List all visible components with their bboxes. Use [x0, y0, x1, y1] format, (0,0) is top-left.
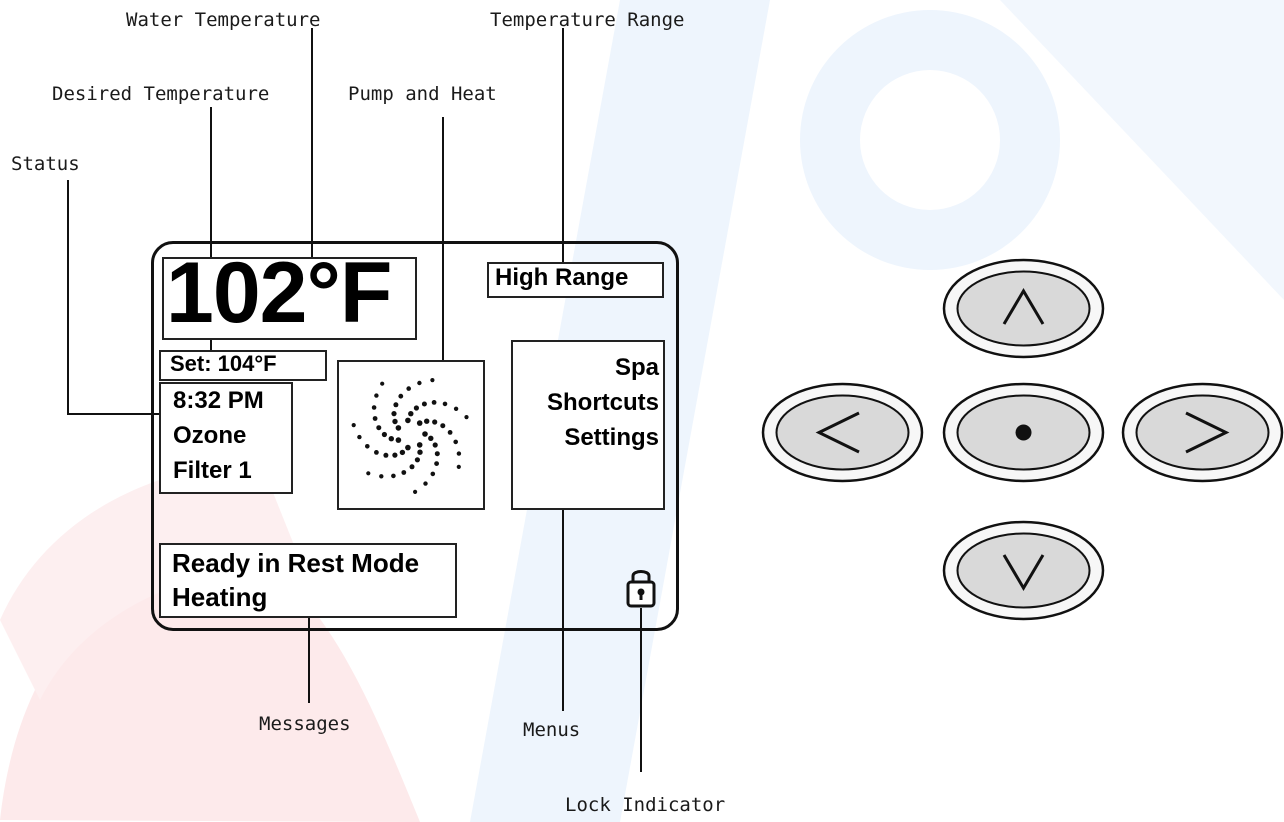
- left-button[interactable]: [761, 382, 924, 483]
- callout-desired-temperature: Desired Temperature: [52, 83, 270, 105]
- callout-lock-indicator: Lock Indicator: [565, 794, 726, 816]
- callout-pump-and-heat: Pump and Heat: [348, 83, 497, 105]
- menu-item-settings[interactable]: Settings: [564, 426, 659, 450]
- callout-temperature-range: Temperature Range: [490, 9, 685, 31]
- center-button[interactable]: [942, 382, 1105, 483]
- up-button[interactable]: [942, 258, 1105, 359]
- status-ozone: Ozone: [173, 422, 247, 449]
- callout-messages: Messages: [259, 713, 351, 735]
- menu-item-shortcuts[interactable]: Shortcuts: [547, 391, 659, 415]
- callout-menus: Menus: [523, 719, 581, 741]
- status-filter: Filter 1: [173, 457, 252, 484]
- temperature-range[interactable]: High Range: [495, 264, 628, 292]
- message-line-1: Ready in Rest Mode: [172, 548, 420, 578]
- desired-temperature[interactable]: Set: 104°F: [170, 351, 277, 377]
- status-time: 8:32 PM: [173, 387, 264, 414]
- dot-icon: [1015, 424, 1032, 441]
- pump-spinner-icon: [351, 378, 469, 494]
- water-temperature: 102°F: [166, 245, 392, 341]
- callout-status: Status: [11, 153, 80, 175]
- menu-item-spa[interactable]: Spa: [615, 356, 659, 380]
- down-button[interactable]: [942, 520, 1105, 621]
- right-button[interactable]: [1121, 382, 1284, 483]
- message-line-2: Heating: [172, 582, 268, 612]
- lock-icon: [626, 570, 656, 608]
- callout-water-temperature: Water Temperature: [126, 9, 321, 31]
